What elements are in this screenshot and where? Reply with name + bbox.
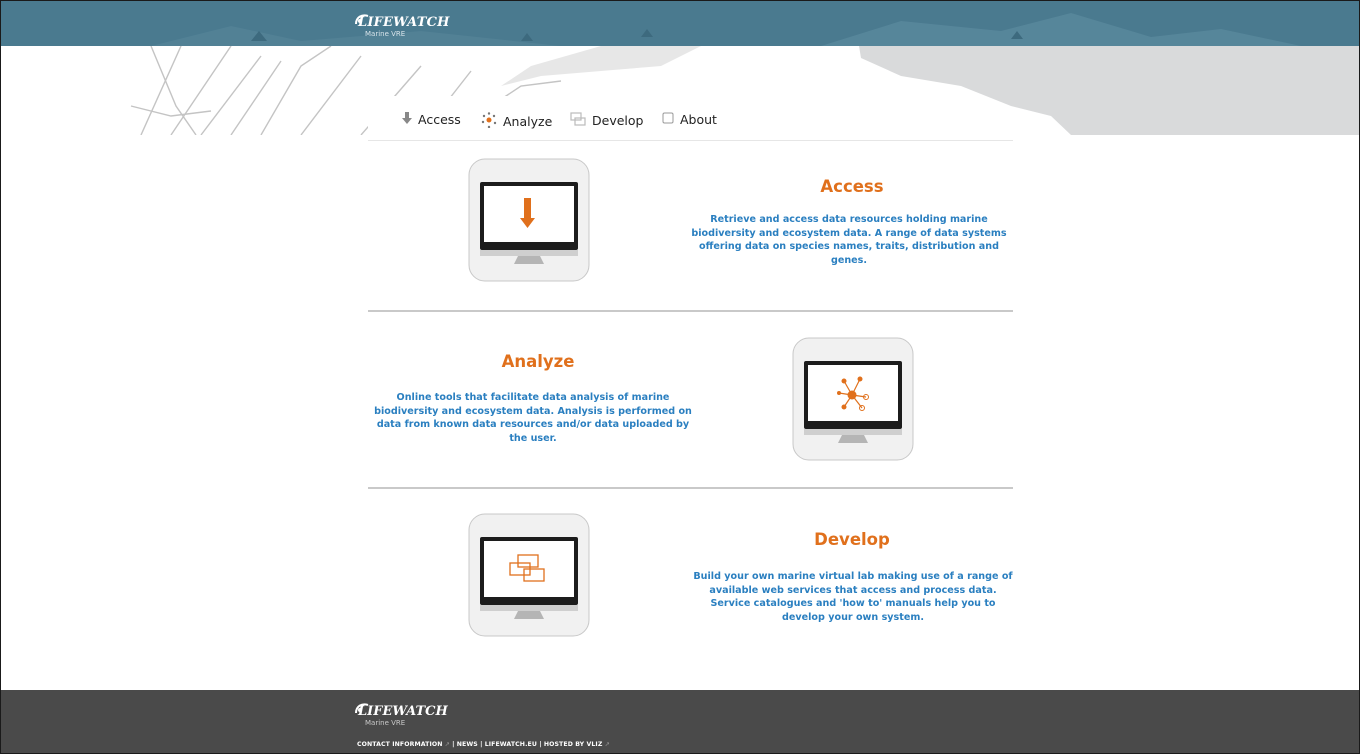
footer-link-vliz[interactable]: HOSTED BY VLIZ xyxy=(544,741,603,748)
footer-brand-subtitle: Marine VRE xyxy=(365,719,406,727)
windows-icon xyxy=(570,112,586,129)
monitor-icon xyxy=(468,513,590,637)
nav-item-access[interactable]: Access xyxy=(402,112,461,127)
external-link-icon: ↗ xyxy=(602,741,610,748)
nav-label-about: About xyxy=(680,112,717,127)
nav-item-develop[interactable]: Develop xyxy=(570,112,643,129)
footer-separator: | xyxy=(477,741,485,748)
wave-logo-icon xyxy=(355,14,369,25)
analyze-monitor-tile[interactable] xyxy=(792,337,914,461)
monitor-icon xyxy=(468,158,590,282)
wave-logo-icon xyxy=(355,703,369,714)
brand-name: LIFEWATCH xyxy=(358,15,450,30)
section-title-access: Access xyxy=(820,177,884,196)
section-text-analyze: Online tools that facilitate data analys… xyxy=(374,392,692,444)
top-header xyxy=(1,1,1359,46)
section-title-develop: Develop xyxy=(814,530,890,549)
footer-links: CONTACT INFORMATION ↗ | NEWS | LIFEWATCH… xyxy=(357,741,610,748)
page-footer xyxy=(1,690,1359,753)
square-icon xyxy=(662,112,674,127)
nav-label-access: Access xyxy=(418,112,461,127)
access-monitor-tile[interactable] xyxy=(468,158,590,282)
section-text-develop: Build your own marine virtual lab making… xyxy=(693,571,1013,623)
footer-separator: | xyxy=(449,741,457,748)
footer-logo[interactable]: LIFEWATCH Marine VRE xyxy=(355,703,448,727)
develop-monitor-tile[interactable] xyxy=(468,513,590,637)
section-divider xyxy=(368,487,1013,489)
footer-brand-name: LIFEWATCH xyxy=(358,704,448,719)
footer-link-lifewatch[interactable]: LIFEWATCH.EU xyxy=(485,741,537,748)
main-nav: Access Analyze Develop About xyxy=(368,96,726,136)
brand-logo[interactable]: LIFEWATCH Marine VRE xyxy=(355,14,450,38)
nav-divider xyxy=(368,140,1013,141)
nav-label-analyze: Analyze xyxy=(503,114,553,129)
network-nodes-icon xyxy=(481,112,497,131)
map-header-graphic xyxy=(151,13,1301,46)
monitor-icon xyxy=(792,337,914,461)
section-title-analyze: Analyze xyxy=(501,352,575,371)
section-divider xyxy=(368,310,1013,312)
footer-separator: | xyxy=(536,741,544,748)
section-text-access: Retrieve and access data resources holdi… xyxy=(691,214,1007,266)
footer-link-news[interactable]: NEWS xyxy=(457,741,478,748)
brand-subtitle: Marine VRE xyxy=(365,30,406,38)
nav-item-analyze[interactable]: Analyze xyxy=(481,112,552,131)
footer-link-contact[interactable]: CONTACT INFORMATION xyxy=(357,741,442,748)
nav-item-about[interactable]: About xyxy=(662,112,717,127)
nav-label-develop: Develop xyxy=(592,113,644,128)
download-arrow-icon xyxy=(402,112,412,127)
external-link-icon: ↗ xyxy=(442,741,450,748)
